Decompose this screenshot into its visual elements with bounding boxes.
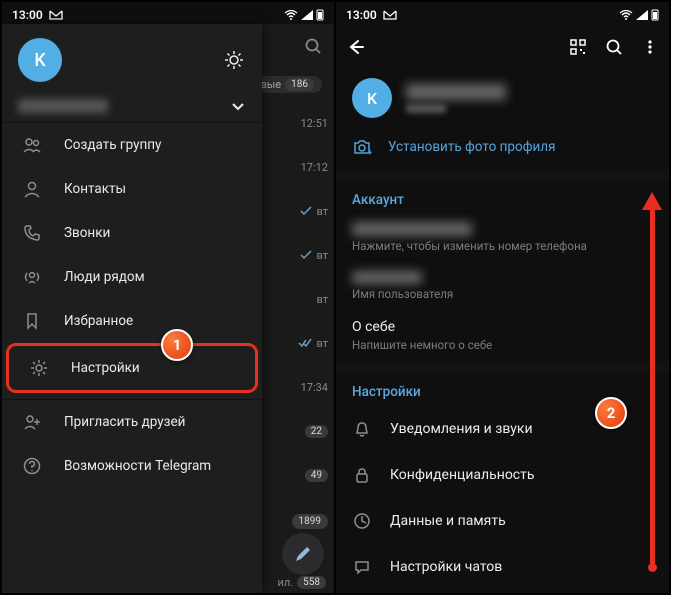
item-label: Данные и память [390,513,506,529]
gear-icon [29,358,49,378]
step-badge-2: 2 [595,397,627,429]
profile-name-redacted [406,84,506,100]
username-redacted [352,271,422,284]
search-icon[interactable] [304,37,322,55]
set-profile-photo[interactable]: + Установить фото профиля [336,128,669,170]
item-label: Настройки чатов [390,559,502,575]
chat-list-peek: овые 186 12:51 17:12 вт вт вт вт 17:34 2… [262,24,334,593]
unread-big-badge: 1899 [292,514,328,529]
navigation-drawer: K Создать группу Контакты [2,24,262,593]
nearby-icon [22,267,42,287]
battery-icon [651,9,659,21]
item-stickers[interactable]: Стикеры и эмодзи [336,590,669,593]
chat-icon [352,557,372,577]
theme-toggle-icon[interactable] [222,48,246,72]
gmail-icon [49,10,63,20]
more-icon[interactable] [641,38,659,56]
menu-label: Избранное [64,313,133,329]
status-time: 13:00 [12,8,43,22]
wifi-icon [284,10,298,20]
status-bar: 13:00 [2,2,334,24]
menu-invite[interactable]: Пригласить друзей [2,400,262,444]
menu-label: Пригласить друзей [64,414,185,430]
wifi-icon [619,10,633,20]
about-title: О себе [352,319,653,335]
gmail-icon [383,10,397,20]
battery-icon [316,9,324,21]
help-icon [22,456,42,476]
item-data[interactable]: Данные и память [336,498,669,544]
menu-label: Контакты [64,181,126,197]
phone-subtitle: Нажмите, чтобы изменить номер телефона [352,239,653,253]
menu-label: Создать группу [64,137,161,153]
back-icon[interactable] [346,38,364,56]
status-time: 13:00 [346,8,377,22]
set-photo-label: Установить фото профиля [388,139,556,155]
menu-features[interactable]: Возможности Telegram [2,444,262,488]
phone-left: 13:00 овые 186 12:51 17:12 вт вт [2,2,336,593]
camera-add-icon: + [352,138,372,156]
status-bar: 13:00 [336,2,669,24]
menu-label: Настройки [71,360,140,376]
bookmark-icon [22,311,42,331]
scroll-up-arrow [650,206,655,567]
item-label: Конфиденциальность [390,467,534,483]
username-setting[interactable]: Имя пользователя [336,263,669,311]
menu-contacts[interactable]: Контакты [2,167,262,211]
invite-icon [22,412,42,432]
step-badge-1: 1 [161,329,193,361]
account-name-redacted [18,99,108,113]
item-chat-settings[interactable]: Настройки чатов [336,544,669,590]
profile-header[interactable]: K [336,70,669,128]
item-label: Уведомления и звуки [390,421,533,437]
data-icon [352,511,372,531]
menu-label: Люди рядом [64,269,145,285]
menu-calls[interactable]: Звонки [2,211,262,255]
section-account: Аккаунт [336,180,669,214]
avatar[interactable]: K [18,38,62,82]
item-privacy[interactable]: Конфиденциальность [336,452,669,498]
phone-redacted [352,222,472,236]
group-icon [22,135,42,155]
qr-icon[interactable] [569,38,587,56]
chevron-down-icon[interactable] [230,98,246,114]
person-icon [22,179,42,199]
search-icon[interactable] [605,38,623,56]
compose-fab[interactable] [282,533,324,575]
bell-icon [352,419,372,439]
avatar: K [352,78,392,118]
signal-icon [636,10,648,20]
menu-label: Возможности Telegram [64,458,211,474]
about-subtitle: Напишите немного о себе [352,338,653,352]
lock-icon [352,465,372,485]
profile-status-redacted [406,104,446,113]
menu-settings[interactable]: Настройки [6,343,258,393]
settings-toolbar [336,24,669,70]
phone-right: 13:00 K + Установить [336,2,669,593]
phone-icon [22,223,42,243]
signal-icon [301,10,313,20]
menu-create-group[interactable]: Создать группу [2,123,262,167]
about-setting[interactable]: О себе Напишите немного о себе [336,311,669,362]
menu-saved[interactable]: Избранное [2,299,262,343]
phone-setting[interactable]: Нажмите, чтобы изменить номер телефона [336,214,669,263]
menu-people-nearby[interactable]: Люди рядом [2,255,262,299]
username-subtitle: Имя пользователя [352,287,653,301]
menu-label: Звонки [64,225,110,241]
svg-text:+: + [368,148,372,156]
